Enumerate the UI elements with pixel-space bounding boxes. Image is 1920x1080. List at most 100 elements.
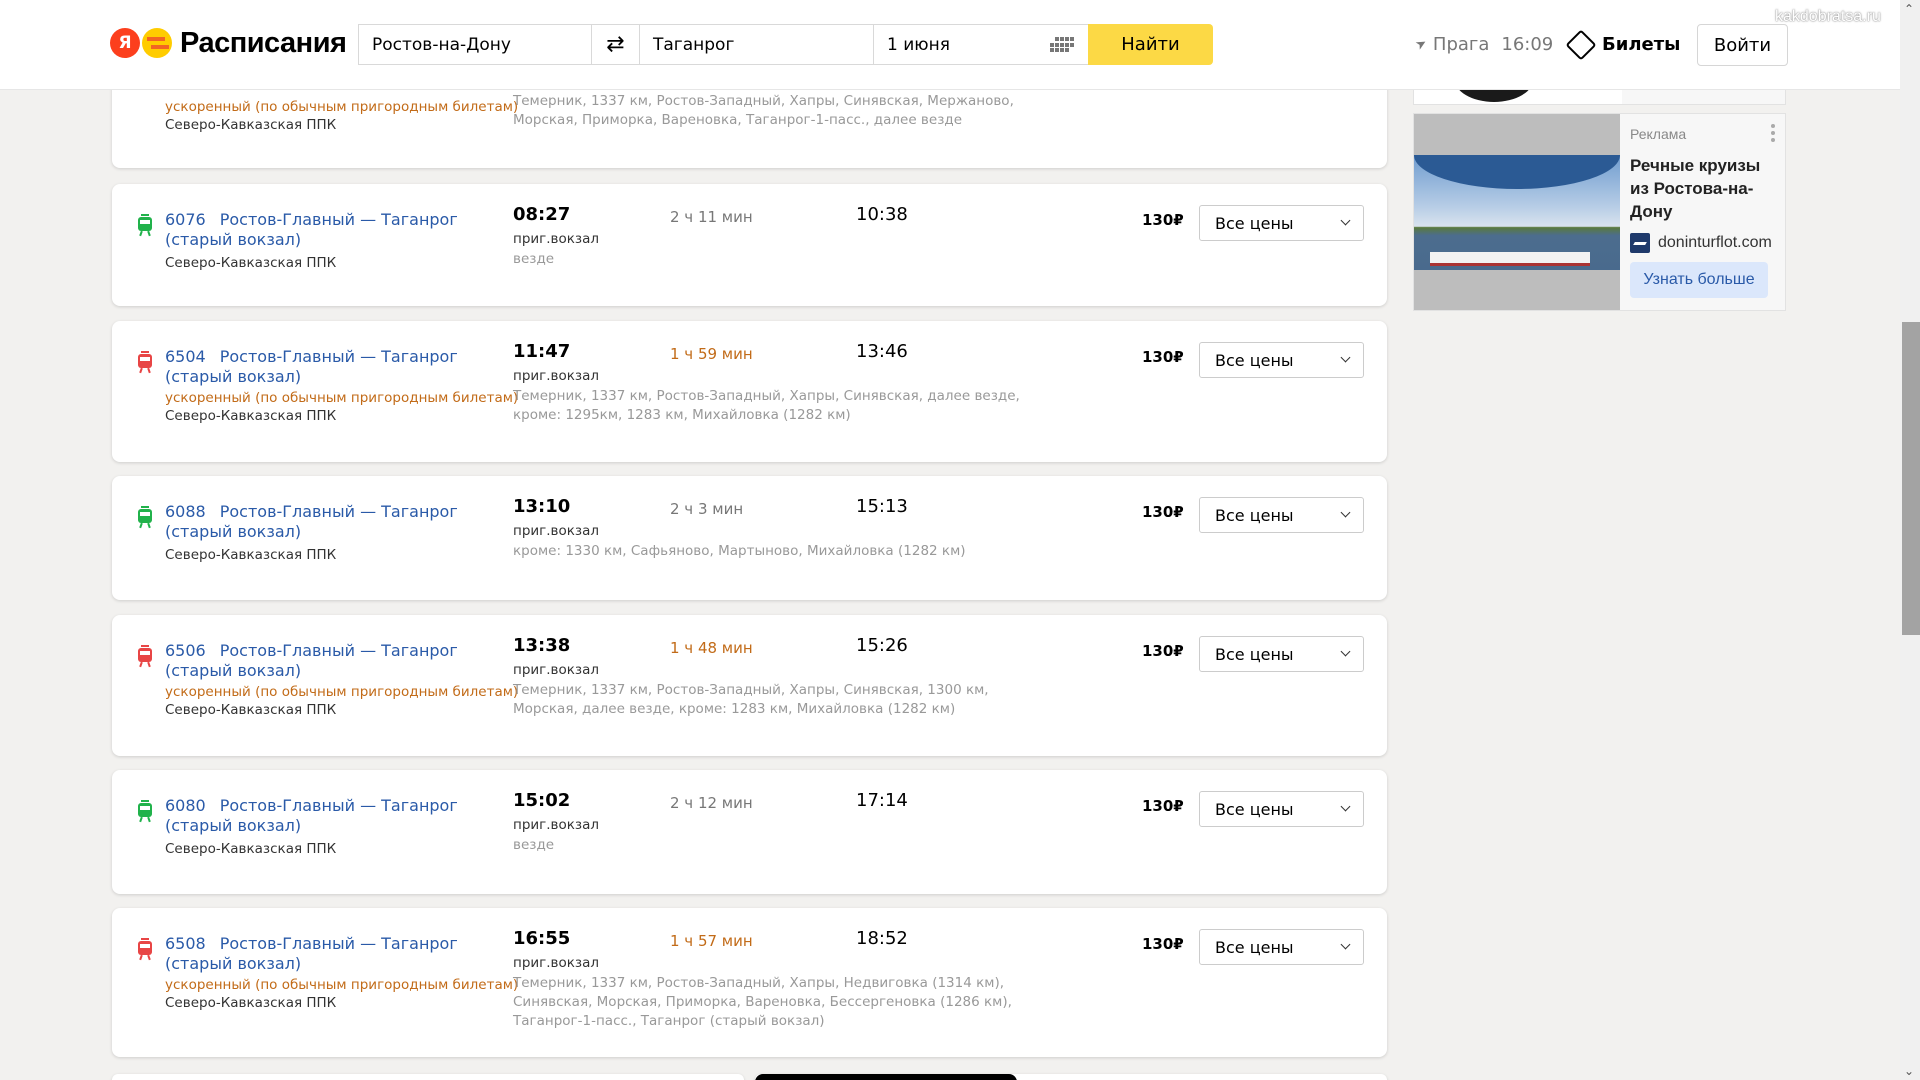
all-prices-select[interactable]: Все цены xyxy=(1199,929,1364,965)
select-label: Все цены xyxy=(1215,505,1294,525)
date-input[interactable]: 1 июня xyxy=(873,24,1088,65)
express-label: ускоренный (по обычным пригородным билет… xyxy=(165,977,519,993)
ad-image[interactable] xyxy=(1414,114,1620,310)
departure-station: приг.вокзал xyxy=(513,662,600,678)
train-title-link[interactable]: 6506 Ростов-Главный — Таганрог (старый во… xyxy=(165,641,505,681)
train-title-link[interactable]: 6080 Ростов-Главный — Таганрог (старый во… xyxy=(165,796,505,836)
chevron-down-icon xyxy=(1340,801,1351,812)
train-number: 6076 xyxy=(165,210,206,229)
all-prices-select[interactable]: Все цены xyxy=(1199,342,1364,378)
train-title-link[interactable]: 6508 Ростов-Главный — Таганрог (старый во… xyxy=(165,934,505,974)
duration: 1 ч 59 мин xyxy=(670,345,753,363)
train-number: 6506 xyxy=(165,641,206,660)
to-input[interactable]: Таганрог xyxy=(640,24,873,65)
arrival-time: 10:38 xyxy=(856,204,908,225)
train-title-link[interactable]: 6088 Ростов-Главный — Таганрог (старый во… xyxy=(165,502,505,542)
train-card[interactable]: 6088 Ростов-Главный — Таганрог (старый во… xyxy=(112,476,1387,600)
ad-domain[interactable]: doninturflot.com xyxy=(1630,233,1780,253)
find-button[interactable]: Найти xyxy=(1088,24,1213,65)
train-card[interactable]: 6504 Ростов-Главный — Таганрог (старый во… xyxy=(112,321,1387,462)
yandex-logo-icon: Я xyxy=(110,28,140,58)
departure-station: приг.вокзал xyxy=(513,523,600,539)
price: 130₽ xyxy=(1142,935,1184,953)
ad-domain-text: doninturflot.com xyxy=(1658,234,1772,251)
train-meta: Северо-Кавказская ППК xyxy=(165,546,525,564)
scroll-down-icon[interactable]: ⌄ xyxy=(1904,1064,1914,1078)
train-icon xyxy=(136,506,154,529)
location-info[interactable]: ➤ Прага 16:09 xyxy=(1413,24,1553,65)
tickets-label: Билеты xyxy=(1602,34,1681,55)
train-route: Ростов-Главный — Таганрог (старый вокзал… xyxy=(165,502,458,541)
train-icon xyxy=(136,800,154,823)
logo-text: Расписания xyxy=(180,26,347,59)
city-label: Прага xyxy=(1432,34,1490,55)
carrier-label: Северо-Кавказская ППК xyxy=(165,841,337,857)
stops-text: Темерник, 1337 км, Ростов-Западный, Хапр… xyxy=(513,975,1012,1029)
select-label: Все цены xyxy=(1215,799,1294,819)
more-options-icon[interactable] xyxy=(1771,124,1775,145)
train-card[interactable]: 6080 Ростов-Главный — Таганрог (старый во… xyxy=(112,770,1387,894)
chevron-down-icon xyxy=(1340,939,1351,950)
express-label: ускоренный (по обычным пригородным билет… xyxy=(165,390,519,406)
departure-time: 13:10 xyxy=(513,496,571,517)
train-card[interactable]: 6076 Ростов-Главный — Таганрог (старый во… xyxy=(112,184,1387,306)
ad-block[interactable]: Реклама Речные круизы из Ростова-на-Дону… xyxy=(1413,113,1786,311)
ship-image xyxy=(1430,252,1590,266)
duration: 2 ч 12 мин xyxy=(670,794,753,812)
watermark: kakdobratsa.ru xyxy=(1775,8,1881,25)
arrival-time: 17:14 xyxy=(856,790,908,811)
train-title-link[interactable]: 6504 Ростов-Главный — Таганрог (старый во… xyxy=(165,347,505,387)
from-input[interactable]: Ростов-на-Дону xyxy=(358,24,591,65)
chevron-down-icon xyxy=(1340,352,1351,363)
favicon-icon xyxy=(1630,233,1650,253)
learn-more-button[interactable]: Узнать больше xyxy=(1630,262,1768,298)
carrier-label: Северо-Кавказская ППК xyxy=(165,995,337,1011)
arrival-time: 15:26 xyxy=(856,635,908,656)
all-prices-select[interactable]: Все цены xyxy=(1199,205,1364,241)
schedule-logo-icon xyxy=(142,28,172,58)
train-meta: ускоренный (по обычным пригородным билет… xyxy=(165,683,525,719)
train-meta: Северо-Кавказская ППК xyxy=(165,254,525,272)
train-route: Ростов-Главный — Таганрог (старый вокзал… xyxy=(165,796,458,835)
swap-direction-button[interactable]: ⇄ xyxy=(591,24,640,65)
stops-text: Темерник, 1337 км, Ростов-Западный, Хапр… xyxy=(513,682,989,717)
departure-time: 11:47 xyxy=(513,341,571,362)
price: 130₽ xyxy=(1142,211,1184,229)
train-number: 6504 xyxy=(165,347,206,366)
train-icon xyxy=(136,645,154,668)
carrier-label: Северо-Кавказская ППК xyxy=(165,408,337,424)
login-button[interactable]: Войти xyxy=(1697,24,1788,66)
calendar-icon[interactable] xyxy=(1050,37,1074,53)
train-route: Ростов-Главный — Таганрог (старый вокзал… xyxy=(165,934,458,973)
train-meta: ускоренный (по обычным пригородным билет… xyxy=(165,389,525,425)
train-route: Ростов-Главный — Таганрог (старый вокзал… xyxy=(165,210,458,249)
select-label: Все цены xyxy=(1215,213,1294,233)
scroll-up-icon[interactable]: ⌃ xyxy=(1904,2,1914,16)
train-meta: Северо-Кавказская ППК xyxy=(165,840,525,858)
stops-text: везде xyxy=(513,251,555,267)
carrier-label: Северо-Кавказская ППК xyxy=(165,117,337,133)
scrollbar-thumb[interactable] xyxy=(1902,322,1920,635)
ad-label: Реклама xyxy=(1630,126,1687,142)
tickets-link[interactable]: Билеты xyxy=(1565,24,1681,65)
stops-text: везде xyxy=(513,837,555,853)
date-value: 1 июня xyxy=(887,34,950,55)
scrollbar[interactable]: ⌃ ⌄ xyxy=(1900,0,1920,1080)
all-prices-select[interactable]: Все цены xyxy=(1199,791,1364,827)
page: ускоренный (по обычным пригородным билет… xyxy=(0,0,1920,1080)
bottom-partial-card xyxy=(112,1074,744,1080)
all-prices-select[interactable]: Все цены xyxy=(1199,497,1364,533)
price: 130₽ xyxy=(1142,642,1184,660)
departure-station: приг.вокзал xyxy=(513,231,600,247)
ad-title[interactable]: Речные круизы из Ростова-на-Дону xyxy=(1630,154,1780,223)
select-label: Все цены xyxy=(1215,644,1294,664)
duration: 2 ч 3 мин xyxy=(670,500,744,518)
all-prices-select[interactable]: Все цены xyxy=(1199,636,1364,672)
train-icon xyxy=(136,214,154,237)
train-card[interactable]: 6506 Ростов-Главный — Таганрог (старый во… xyxy=(112,615,1387,756)
price: 130₽ xyxy=(1142,503,1184,521)
train-card[interactable]: 6508 Ростов-Главный — Таганрог (старый во… xyxy=(112,908,1387,1057)
logo[interactable]: Я Расписания xyxy=(110,26,347,60)
carrier-label: Северо-Кавказская ППК xyxy=(165,255,337,271)
train-title-link[interactable]: 6076 Ростов-Главный — Таганрог (старый во… xyxy=(165,210,505,250)
